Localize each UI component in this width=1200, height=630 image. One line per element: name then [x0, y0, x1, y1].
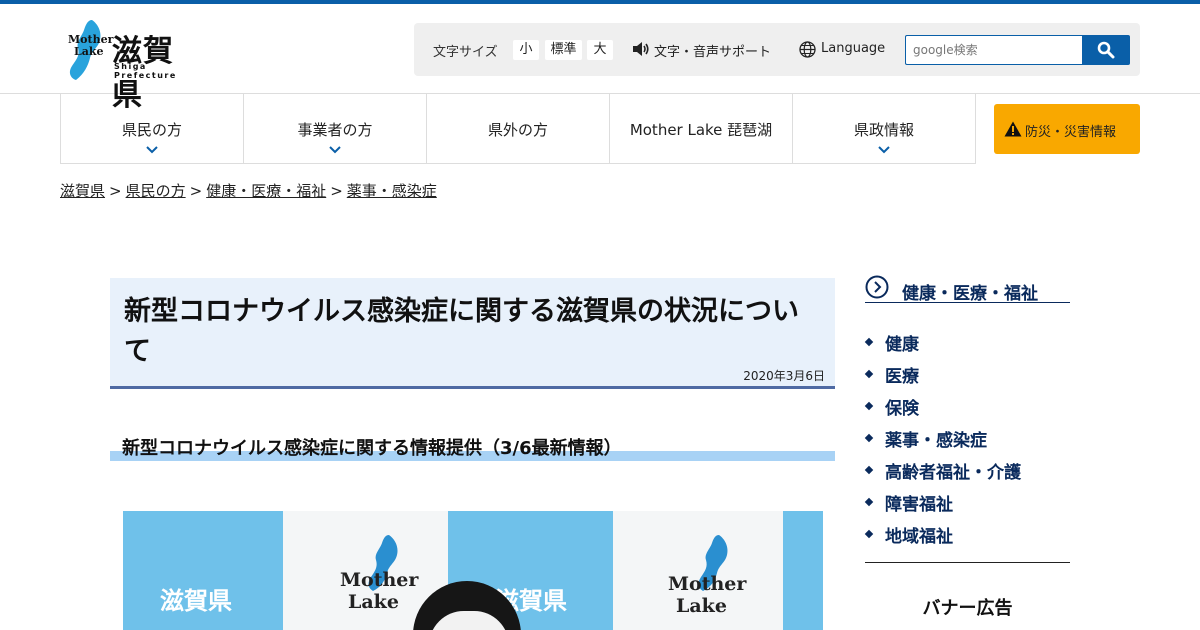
sidebar-item-label: 医療: [885, 367, 919, 387]
sidebar-item-elderly-care[interactable]: 高齢者福祉・介護: [864, 458, 1070, 490]
bullet-icon: [864, 529, 874, 539]
breadcrumb-link-health[interactable]: 健康・医療・福祉: [206, 182, 326, 200]
font-size-label: 文字サイズ: [433, 45, 498, 60]
gnav-visitors[interactable]: 県外の方: [427, 94, 610, 163]
breadcrumb-link-home[interactable]: 滋賀県: [60, 182, 105, 200]
chevron-right-circle-icon: [865, 275, 889, 299]
sidebar-item-label: 地域福祉: [885, 527, 953, 547]
backdrop-mother-lake-text: Mother Lake: [340, 569, 419, 613]
sidebar-heading[interactable]: 健康・医療・福祉: [865, 274, 1070, 304]
chevron-down-icon: [329, 146, 341, 154]
search-input[interactable]: [905, 35, 1082, 65]
sidebar-item-community[interactable]: 地域福祉: [864, 522, 1070, 554]
sidebar-menu: 健康 医療 保険 薬事・感染症 高齢者福祉・介護 障害福祉 地域福祉: [864, 330, 1070, 554]
site-header: Mother Lake 滋賀県 Shiga Prefecture 文字サイズ 小…: [0, 4, 1200, 113]
sidebar-item-pharma[interactable]: 薬事・感染症: [864, 426, 1070, 458]
bullet-icon: [864, 369, 874, 379]
speaker-icon[interactable]: [632, 42, 650, 56]
gnav-label: Mother Lake 琵琶湖: [629, 121, 773, 139]
font-size-large-button[interactable]: 大: [587, 40, 613, 60]
disaster-label: 防災・災害情報: [1025, 125, 1117, 140]
sidebar-item-label: 高齢者福祉・介護: [885, 463, 1021, 483]
sidebar-heading-label: 健康・医療・福祉: [902, 284, 1038, 304]
search-icon: [1097, 41, 1115, 59]
sidebar-item-label: 健康: [885, 335, 919, 355]
sidebar-item-label: 薬事・感染症: [885, 431, 987, 451]
gnav-label: 県民の方: [121, 121, 182, 139]
gnav-label: 事業者の方: [297, 121, 373, 139]
sidebar-item-disability[interactable]: 障害福祉: [864, 490, 1070, 522]
mother-lake-wordmark: Mother Lake: [68, 33, 114, 58]
breadcrumb-link-pharma[interactable]: 薬事・感染症: [347, 182, 437, 200]
bullet-icon: [864, 401, 874, 411]
font-size-small-button[interactable]: 小: [513, 40, 539, 60]
chevron-down-icon: [146, 146, 158, 154]
backdrop-mother-lake-text: Mother Lake: [668, 573, 747, 617]
gnav-businesses[interactable]: 事業者の方: [244, 94, 427, 163]
bullet-icon: [864, 497, 874, 507]
voice-support-link[interactable]: 文字・音声サポート: [654, 41, 771, 60]
backdrop-panel: [783, 511, 823, 630]
disaster-info-button[interactable]: 防災・災害情報: [994, 104, 1140, 154]
search-button[interactable]: [1082, 35, 1130, 65]
sidebar-item-medical[interactable]: 医療: [864, 362, 1070, 394]
gnav-label: 県外の方: [487, 121, 548, 139]
bullet-icon: [864, 337, 874, 347]
banner-ads-title: バナー広告: [922, 598, 1013, 619]
breadcrumb: 滋賀県 > 県民の方 > 健康・医療・福祉 > 薬事・感染症: [60, 180, 437, 201]
gnav-label: 県政情報: [853, 121, 914, 139]
breadcrumb-separator: >: [109, 182, 122, 200]
sidebar-item-insurance[interactable]: 保険: [864, 394, 1070, 426]
section-heading: 新型コロナウイルス感染症に関する情報提供（3/6最新情報）: [110, 432, 835, 462]
page-title-box: 新型コロナウイルス感染症に関する滋賀県の状況について 2020年3月6日: [110, 278, 835, 389]
language-link[interactable]: Language: [821, 41, 885, 56]
page-title: 新型コロナウイルス感染症に関する滋賀県の状況について: [124, 296, 799, 367]
breadcrumb-separator: >: [330, 182, 343, 200]
section-heading-text: 新型コロナウイルス感染症に関する情報提供（3/6最新情報）: [122, 438, 622, 459]
warning-icon: [1004, 121, 1022, 137]
global-navigation: 県民の方 事業者の方 県外の方 Mother Lake 琵琶湖 県政情報: [60, 94, 976, 164]
chevron-down-icon: [878, 146, 890, 154]
site-logo[interactable]: Mother Lake 滋賀県 Shiga Prefecture: [62, 18, 202, 113]
utility-toolbox: 文字サイズ 小 標準 大 文字・音声サポート Language: [414, 23, 1140, 76]
logo-subtitle: Shiga Prefecture: [114, 62, 177, 80]
sidebar-item-health[interactable]: 健康: [864, 330, 1070, 362]
sidebar-item-label: 障害福祉: [885, 495, 953, 515]
gnav-residents[interactable]: 県民の方: [61, 94, 244, 163]
breadcrumb-link-residents[interactable]: 県民の方: [126, 182, 186, 200]
globe-icon[interactable]: [799, 41, 816, 58]
sidebar-item-label: 保険: [885, 399, 919, 419]
breadcrumb-separator: >: [189, 182, 203, 200]
gnav-prefectural-info[interactable]: 県政情報: [793, 94, 975, 163]
bullet-icon: [864, 465, 874, 475]
backdrop-prefecture-text: 滋賀県: [160, 587, 232, 615]
publish-date: 2020年3月6日: [743, 369, 825, 383]
press-conference-photo: 滋賀県 滋賀県 Mother Lake Mother Lake: [123, 511, 823, 630]
gnav-mother-lake[interactable]: Mother Lake 琵琶湖: [610, 94, 793, 163]
sidebar-divider: [865, 562, 1070, 563]
bullet-icon: [864, 433, 874, 443]
font-size-medium-button[interactable]: 標準: [545, 40, 582, 60]
